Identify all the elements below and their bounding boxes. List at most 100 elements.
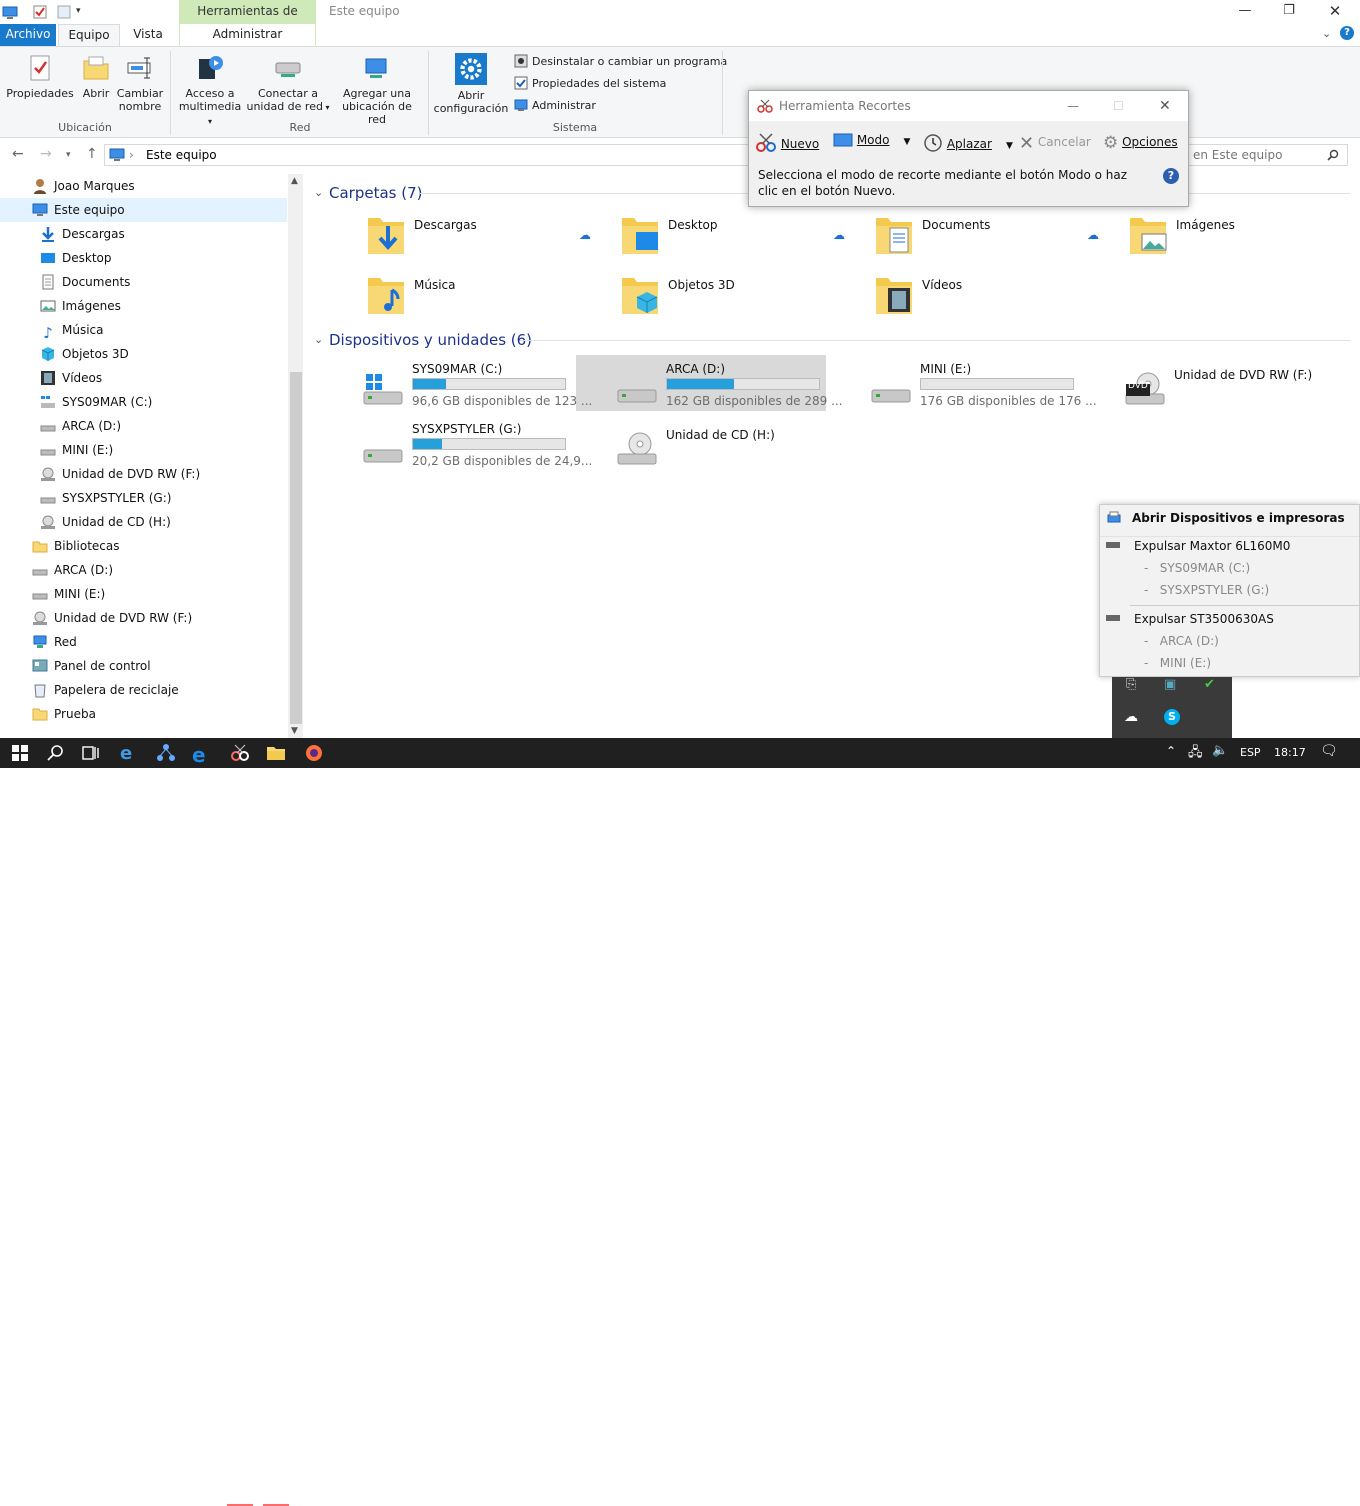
agregar-ubicacion-red-button[interactable]: Agregar una ubicación de red	[332, 53, 422, 126]
ie-icon[interactable]: e	[120, 743, 140, 764]
propiedades-sistema-button[interactable]: Propiedades del sistema	[514, 75, 666, 93]
onedrive-icon[interactable]: ☁	[1124, 709, 1138, 725]
folder-objetos-3d[interactable]: Objetos 3D	[620, 274, 860, 326]
address-chevron-icon[interactable]: ›	[129, 148, 134, 162]
nav-item-bibliotecas[interactable]: Bibliotecas	[32, 534, 119, 558]
nav-item-papelera[interactable]: Papelera de reciclaje	[32, 678, 179, 702]
skype-icon[interactable]: S	[1164, 709, 1180, 725]
task-view-icon[interactable]	[80, 743, 100, 763]
modo-button[interactable]: Modo ▼	[833, 133, 910, 147]
network-app-icon[interactable]	[156, 743, 176, 763]
nav-item-drive-f[interactable]: Unidad de DVD RW (F:)	[40, 462, 200, 486]
collapse-chevron-icon[interactable]: ⌄	[314, 333, 323, 346]
help-icon[interactable]: ?	[1340, 26, 1354, 40]
nav-item-documents[interactable]: Documents	[40, 270, 130, 294]
up-arrow-icon[interactable]: ↑	[86, 146, 98, 162]
minimize-button[interactable]: —	[1222, 0, 1268, 24]
clock[interactable]: 18:17	[1274, 746, 1306, 759]
drive-g[interactable]: SYSXPSTYLER (G:) 20,2 GB disponibles de …	[356, 418, 606, 474]
restore-button[interactable]: ❐	[1266, 0, 1312, 24]
tab-administrar[interactable]: Administrar	[179, 24, 316, 46]
folder-descargas[interactable]: Descargas	[366, 214, 606, 266]
folders-header[interactable]: Carpetas (7)	[329, 184, 423, 202]
eject-st3500-item[interactable]: Expulsar ST3500630AS	[1106, 612, 1274, 626]
windows-start-icon[interactable]	[10, 743, 30, 763]
help-icon[interactable]: ?	[1163, 168, 1179, 184]
nav-item-drive-e[interactable]: MINI (E:)	[40, 438, 113, 462]
collapse-chevron-icon[interactable]: ⌄	[314, 186, 323, 199]
conectar-unidad-red-button[interactable]: Conectar a unidad de red ▾	[246, 53, 330, 114]
tab-equipo[interactable]: Equipo	[58, 24, 120, 46]
nav-item-imagenes[interactable]: Imágenes	[40, 294, 121, 318]
nav-item-drive-g[interactable]: SYSXPSTYLER (G:)	[40, 486, 171, 510]
properties-qat-icon[interactable]	[32, 4, 48, 20]
nav-item-red[interactable]: Red	[32, 630, 77, 654]
folder-imagenes[interactable]: Imágenes	[1128, 214, 1360, 266]
opciones-button[interactable]: ⚙ Opciones	[1103, 133, 1178, 153]
search-icon[interactable]	[46, 743, 66, 763]
language-indicator[interactable]: ESP	[1240, 746, 1261, 759]
desinstalar-button[interactable]: Desinstalar o cambiar un programa	[514, 53, 727, 71]
firefox-icon[interactable]	[304, 743, 324, 763]
defender-icon[interactable]: ✔	[1204, 677, 1215, 692]
search-icon[interactable]	[1327, 149, 1339, 161]
forward-arrow-icon[interactable]: →	[40, 146, 52, 162]
nav-item-musica[interactable]: ♪ Música	[40, 318, 103, 342]
nav-item-drive-h[interactable]: Unidad de CD (H:)	[40, 510, 171, 534]
nav-item-user[interactable]: Joao Marques	[32, 174, 135, 198]
snip-minimize-button[interactable]: —	[1067, 91, 1079, 121]
network-tray-icon[interactable]: ▣	[1164, 677, 1176, 692]
drive-f[interactable]: DVD Unidad de DVD RW (F:)	[1118, 358, 1360, 414]
nav-item-videos[interactable]: Vídeos	[40, 366, 102, 390]
nav-item-este-equipo[interactable]: Este equipo	[32, 198, 125, 222]
nav-item-drive-d[interactable]: ARCA (D:)	[40, 414, 121, 438]
volume-icon[interactable]: 🔈	[1212, 743, 1228, 758]
search-input[interactable]: en Este equipo	[1180, 144, 1348, 166]
nuevo-button[interactable]: Nuevo	[755, 133, 819, 153]
network-status-icon[interactable]: 🖧	[1188, 743, 1203, 765]
folder-musica[interactable]: Música	[366, 274, 606, 326]
open-devices-item[interactable]: Abrir Dispositivos e impresoras	[1106, 511, 1345, 525]
recent-dropdown-icon[interactable]: ▾	[66, 150, 71, 160]
folder-documents[interactable]: Documents	[874, 214, 1114, 266]
nav-item-objetos-3d[interactable]: Objetos 3D	[40, 342, 129, 366]
abrir-configuracion-button[interactable]: Abrir configuración	[432, 53, 510, 115]
close-button[interactable]: ✕	[1312, 0, 1358, 24]
qat-dropdown-icon[interactable]: ▾	[76, 6, 92, 22]
show-hidden-icons-button[interactable]: ⌃	[1166, 744, 1176, 758]
nav-item-arca[interactable]: ARCA (D:)	[32, 558, 113, 582]
folder-videos[interactable]: Vídeos	[874, 274, 1114, 326]
propiedades-button[interactable]: Propiedades	[6, 53, 74, 100]
drive-h[interactable]: Unidad de CD (H:)	[610, 418, 860, 474]
eject-maxtor-item[interactable]: Expulsar Maxtor 6L160M0	[1106, 539, 1290, 553]
nav-item-descargas[interactable]: Descargas	[40, 222, 125, 246]
tab-archivo[interactable]: Archivo	[0, 24, 56, 46]
snip-maximize-button[interactable]: ☐	[1113, 91, 1124, 121]
new-folder-qat-icon[interactable]	[56, 4, 72, 20]
drive-c[interactable]: SYS09MAR (C:) 96,6 GB disponibles de 123…	[356, 358, 606, 414]
nav-item-panel-control[interactable]: Panel de control	[32, 654, 151, 678]
scroll-down-icon[interactable]: ▼	[291, 726, 298, 736]
back-arrow-icon[interactable]: ←	[12, 146, 24, 162]
ribbon-collapse-icon[interactable]: ⌄	[1322, 27, 1331, 40]
nav-scrollbar-thumb[interactable]	[290, 372, 302, 724]
drive-e[interactable]: MINI (E:) 176 GB disponibles de 176 ...	[864, 358, 1114, 414]
nav-item-prueba[interactable]: Prueba	[32, 702, 96, 726]
folder-desktop[interactable]: Desktop	[620, 214, 860, 266]
tab-vista[interactable]: Vista	[122, 24, 174, 46]
address-field[interactable]: › Este equipo	[104, 144, 754, 166]
devices-header[interactable]: Dispositivos y unidades (6)	[329, 331, 532, 349]
cancelar-button[interactable]: ✕ Cancelar	[1019, 133, 1091, 154]
nav-item-dvd[interactable]: Unidad de DVD RW (F:)	[32, 606, 192, 630]
notifications-icon[interactable]: 🗨	[1320, 743, 1338, 759]
acceso-multimedia-button[interactable]: Acceso a multimedia ▾	[176, 53, 244, 128]
scroll-up-icon[interactable]: ▲	[291, 176, 298, 186]
nav-item-mini[interactable]: MINI (E:)	[32, 582, 105, 606]
file-explorer-icon[interactable]	[266, 743, 286, 763]
cambiar-nombre-button[interactable]: Cambiar nombre	[116, 53, 164, 113]
administrar-button[interactable]: Administrar	[514, 97, 596, 115]
nav-item-drive-c[interactable]: SYS09MAR (C:)	[40, 390, 152, 414]
abrir-button[interactable]: Abrir	[78, 53, 114, 100]
nav-item-desktop[interactable]: Desktop	[40, 246, 112, 270]
edge-icon[interactable]: e	[192, 743, 212, 767]
